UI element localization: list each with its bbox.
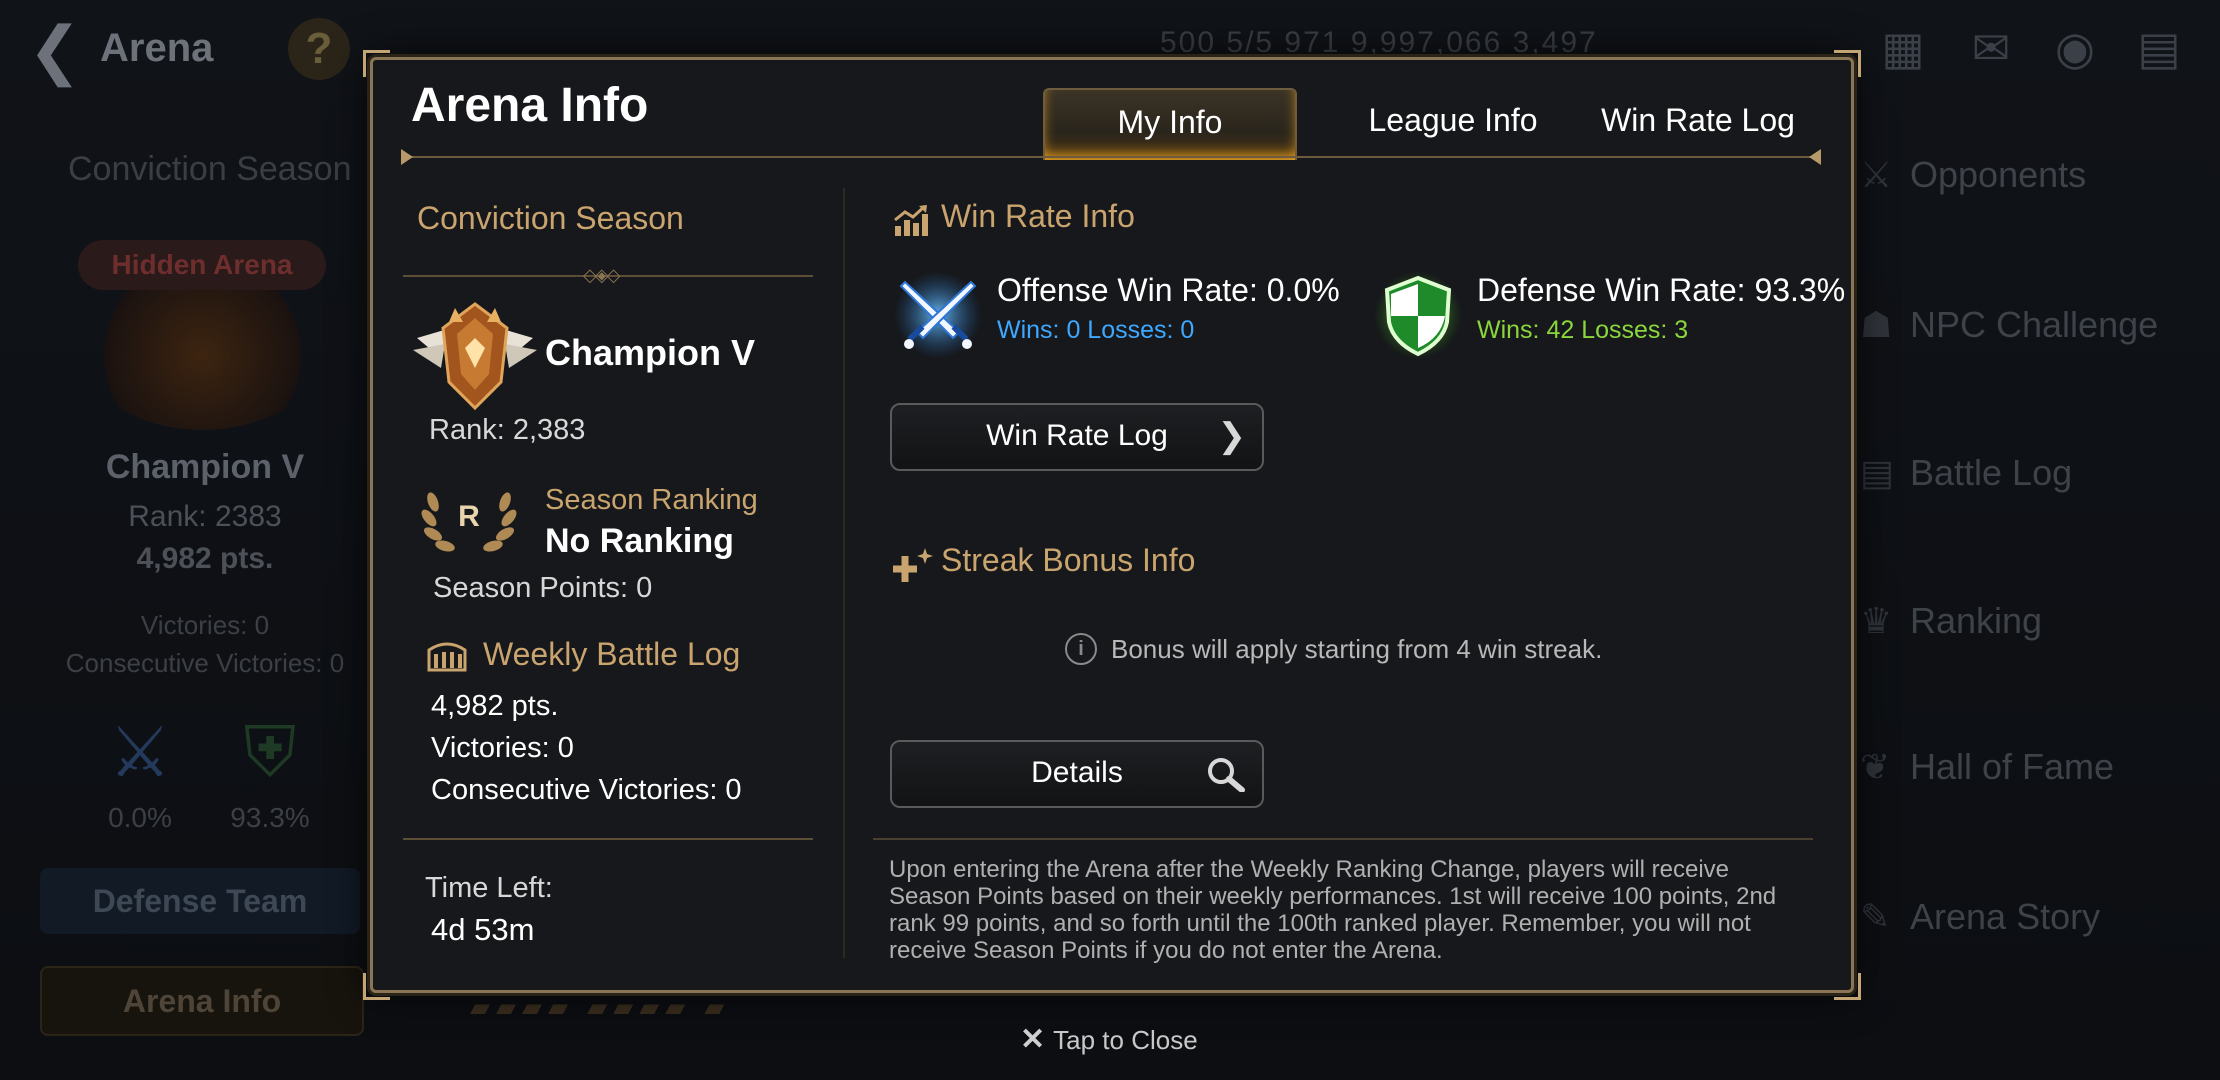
sword-icon: ⚔ — [1860, 154, 1893, 195]
rank-value: Rank: 2,383 — [429, 414, 586, 446]
bg-season-name: Conviction Season — [68, 150, 352, 188]
chat-icon[interactable]: ◉ — [2044, 20, 2106, 76]
ornament-divider — [873, 838, 1813, 840]
resource-strip: 500 5/5 971 9,997,066 3,497 — [1160, 26, 1598, 59]
defense-win-rate: Defense Win Rate: 93.3% — [1477, 272, 1846, 308]
menu-hall-of-fame[interactable]: ❦ Hall of Fame — [1860, 722, 2200, 812]
frame-corner — [363, 50, 390, 77]
tab-win-rate-log[interactable]: Win Rate Log — [1573, 88, 1823, 158]
magnifier-icon — [1208, 758, 1245, 792]
back-arrow-icon[interactable]: ❮ — [28, 18, 82, 82]
laurel-icon: R — [421, 492, 517, 552]
tab-my-info[interactable]: My Info — [1043, 88, 1297, 160]
time-left-value: 4d 53m — [431, 912, 535, 947]
mail-icon[interactable]: ✉ — [1960, 20, 2022, 76]
time-left-label: Time Left: — [425, 872, 553, 904]
story-icon: ✎ — [1860, 896, 1891, 937]
ornament-diamonds: ◇◈◇ — [583, 265, 621, 285]
team-icon[interactable]: ▦ — [1872, 20, 1934, 76]
arena-info-modal: Arena Info My Info League Info Win Rate … — [363, 50, 1861, 1000]
bg-defense-rate: 93.3% — [230, 802, 310, 833]
frame-corner — [1834, 50, 1861, 77]
details-button[interactable]: Details — [890, 740, 1264, 808]
weekly-consecutive-victories: Consecutive Victories: 0 — [431, 774, 742, 806]
crossed-swords-icon — [894, 271, 982, 359]
streak-bonus-note: Bonus will apply starting from 4 win str… — [1111, 634, 1603, 664]
ornament-divider — [403, 838, 813, 840]
season-title: Conviction Season — [417, 200, 684, 236]
menu-arena-story[interactable]: ✎ Arena Story — [1860, 872, 2200, 962]
laurel-icon: ❦ — [1860, 746, 1891, 787]
season-ranking-label: Season Ranking — [545, 484, 758, 516]
bg-offense-rate: 0.0% — [108, 802, 172, 833]
info-icon: i — [1065, 633, 1097, 665]
menu-ranking[interactable]: ♛ Ranking — [1860, 576, 2200, 666]
shield-icon — [1374, 271, 1462, 359]
champion-rank-name: Champion V — [545, 332, 756, 373]
offense-wins-losses: Wins: 0 Losses: 0 — [997, 316, 1195, 344]
bg-rank-emblem — [85, 280, 320, 430]
season-ranking-value: No Ranking — [545, 522, 734, 560]
chart-up-icon — [894, 204, 928, 236]
champion-emblem-icon — [413, 302, 537, 411]
weekly-points: 4,982 pts. — [431, 690, 559, 722]
screen-title: Arena — [100, 26, 214, 70]
bg-champ-name: Champion V — [105, 448, 305, 486]
chevron-right-icon: ❯ — [1217, 417, 1247, 455]
npc-icon: ☗ — [1860, 304, 1893, 345]
streak-bonus-info-title: Streak Bonus Info — [941, 542, 1196, 578]
menu-battle-log[interactable]: ▤ Battle Log — [1860, 428, 2200, 518]
bg-offense-icon: ⚔ — [108, 713, 172, 791]
season-points-description: Upon entering the Arena after the Weekly… — [889, 856, 1777, 964]
close-icon: ✕ — [1020, 1023, 1046, 1056]
bg-consecutive: Consecutive Victories: 0 — [65, 648, 345, 678]
svg-text:R: R — [458, 500, 480, 533]
menu-opponents[interactable]: ⚔ Opponents — [1860, 130, 2200, 220]
menu-npc-challenge[interactable]: ☗ NPC Challenge — [1860, 280, 2200, 370]
frame-corner — [1834, 973, 1861, 1000]
arena-info-button[interactable]: Arena Info — [40, 966, 364, 1036]
bg-rank: Rank: 2383 — [128, 500, 282, 533]
column-divider — [843, 188, 845, 958]
modal-title: Arena Info — [411, 79, 649, 132]
tap-to-close[interactable]: ✕ Tap to Close — [1020, 1022, 1198, 1057]
menu-grid-icon[interactable]: ▤ — [2128, 20, 2190, 76]
bg-points: 4,982 pts. — [136, 542, 274, 575]
bg-reward-thumbnails: ▰▰▰▰ ▰▰▰▰ ▰ — [470, 992, 731, 1022]
sparkle-plus-icon — [893, 548, 933, 582]
win-rate-info-title: Win Rate Info — [941, 198, 1135, 234]
frame-corner — [363, 973, 390, 1000]
defense-wins-losses: Wins: 42 Losses: 3 — [1477, 316, 1689, 344]
bg-hidden-arena-tag: Hidden Arena — [78, 240, 326, 290]
header-divider — [401, 149, 1821, 165]
log-icon: ▤ — [1860, 452, 1895, 493]
season-points: Season Points: 0 — [433, 572, 653, 604]
tab-league-info[interactable]: League Info — [1328, 88, 1578, 158]
weekly-victories: Victories: 0 — [431, 732, 574, 764]
defense-team-button[interactable]: Defense Team — [40, 868, 360, 934]
offense-win-rate: Offense Win Rate: 0.0% — [997, 272, 1340, 308]
bg-defense-icon: ⛨ — [243, 713, 297, 791]
win-rate-log-button[interactable]: Win Rate Log ❯ — [890, 403, 1264, 471]
bg-victories: Victories: 0 — [140, 610, 270, 640]
weekly-battle-log-title: Weekly Battle Log — [483, 636, 741, 672]
colosseum-icon — [427, 642, 467, 672]
trophy-icon: ♛ — [1860, 600, 1893, 641]
help-icon[interactable]: ? — [288, 18, 350, 80]
